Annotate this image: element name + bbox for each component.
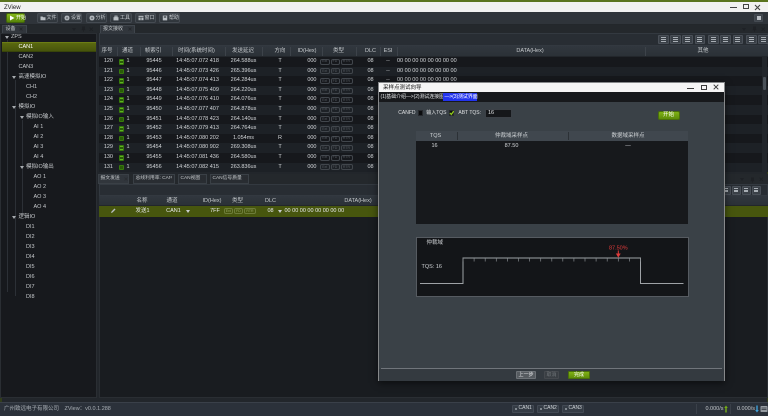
- svg-text:87.50%: 87.50%: [608, 245, 627, 251]
